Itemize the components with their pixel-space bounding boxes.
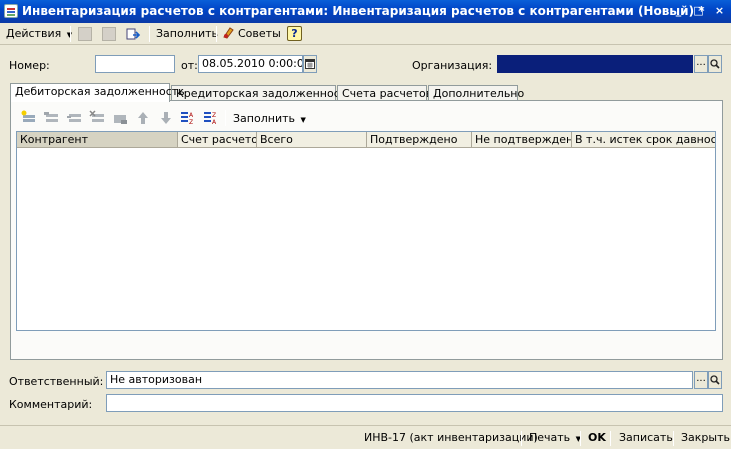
end-edit-icon[interactable] [112, 110, 128, 126]
svg-text:A: A [212, 119, 217, 126]
copy-row-icon[interactable] [43, 110, 59, 126]
document-icon [4, 4, 18, 18]
responsible-label: Ответственный: [9, 375, 104, 388]
column-header-account[interactable]: Счет расчетов [178, 132, 257, 148]
post-document-icon[interactable] [78, 27, 92, 41]
print-menu-button[interactable]: Печать ▼ [529, 430, 581, 446]
toolbar-separator [70, 26, 71, 42]
minimize-button[interactable]: _ [670, 3, 687, 19]
number-field[interactable] [95, 55, 175, 73]
move-up-icon[interactable] [135, 110, 151, 126]
calendar-icon[interactable] [303, 55, 317, 73]
svg-text:Z: Z [212, 112, 216, 119]
search-icon[interactable] [708, 55, 722, 73]
chevron-down-icon: ▼ [300, 116, 306, 124]
maximize-button[interactable]: □ [690, 3, 707, 19]
search-icon[interactable] [708, 371, 722, 389]
svg-text:Z: Z [189, 119, 193, 126]
svg-text:A: A [189, 112, 194, 119]
panel-fill-button[interactable]: Заполнить ▼ [233, 112, 306, 125]
date-field[interactable]: 08.05.2010 0:00:00 [198, 55, 303, 73]
date-label: от: [181, 59, 198, 72]
close-window-button[interactable]: × [711, 3, 728, 19]
sort-ascending-icon[interactable]: AZ [180, 110, 196, 126]
delete-row-icon[interactable] [89, 110, 105, 126]
print-form-button[interactable]: ИНВ-17 (акт инвентаризации) [364, 430, 538, 446]
actions-menu-button[interactable]: Действия ▼ [6, 25, 72, 43]
tips-label: Советы [238, 27, 281, 40]
fill-button[interactable]: Заполнить [156, 25, 218, 43]
number-label: Номер: [9, 59, 50, 72]
tab-debit[interactable]: Дебиторская задолженность [10, 83, 185, 102]
close-button[interactable]: Закрыть [681, 430, 730, 446]
column-header-counterparty[interactable]: Контрагент [17, 132, 178, 148]
bottom-action-bar: ИНВ-17 (акт инвентаризации) Печать ▼ OK … [0, 425, 731, 449]
bar-separator [673, 431, 674, 446]
bar-separator [521, 431, 522, 446]
tips-button[interactable]: Советы [222, 25, 281, 43]
panel-fill-label: Заполнить [233, 112, 295, 125]
tab-accounts[interactable]: Счета расчетов [337, 85, 432, 101]
comment-field[interactable] [106, 394, 723, 412]
tab-credit[interactable]: Кредиторская задолженность [171, 85, 353, 101]
help-icon[interactable]: ? [287, 26, 302, 41]
column-header-total[interactable]: Всего [257, 132, 367, 148]
move-down-icon[interactable] [158, 110, 174, 126]
toolbar-separator [149, 26, 150, 42]
bar-separator [580, 431, 581, 446]
responsible-field[interactable]: Не авторизован [106, 371, 693, 389]
unpost-document-icon[interactable] [102, 27, 116, 41]
organization-label: Организация: [412, 59, 493, 72]
save-button[interactable]: Записать [619, 430, 673, 446]
comment-label: Комментарий: [9, 398, 93, 411]
column-header-not-confirmed[interactable]: Не подтверждено [472, 132, 572, 148]
panel-toolbar-separator [225, 110, 226, 126]
actions-label: Действия [6, 27, 62, 40]
toolbar-separator [216, 26, 217, 42]
bar-separator [610, 431, 611, 446]
edit-row-icon[interactable] [66, 110, 82, 126]
responsible-select-button[interactable]: ... [694, 371, 708, 389]
structure-icon[interactable] [126, 27, 141, 42]
debit-table[interactable]: Контрагент Счет расчетов Всего Подтвержд… [16, 131, 716, 331]
add-row-icon[interactable] [20, 110, 36, 126]
sort-descending-icon[interactable]: ZA [203, 110, 219, 126]
column-header-expired[interactable]: В т.ч. истек срок давности [572, 132, 715, 148]
title-bar: Инвентаризация расчетов с контрагентами:… [0, 0, 731, 23]
window-title: Инвентаризация расчетов с контрагентами:… [22, 4, 705, 18]
print-label: Печать [529, 431, 571, 444]
ok-button[interactable]: OK [588, 430, 606, 446]
tab-additional[interactable]: Дополнительно [428, 85, 524, 101]
organization-field[interactable] [497, 55, 693, 73]
select-ellipsis-button[interactable]: ... [694, 55, 708, 73]
column-header-confirmed[interactable]: Подтверждено [367, 132, 472, 148]
main-toolbar: Действия ▼ Заполнить Советы ? [0, 23, 731, 45]
tips-icon [222, 26, 235, 39]
